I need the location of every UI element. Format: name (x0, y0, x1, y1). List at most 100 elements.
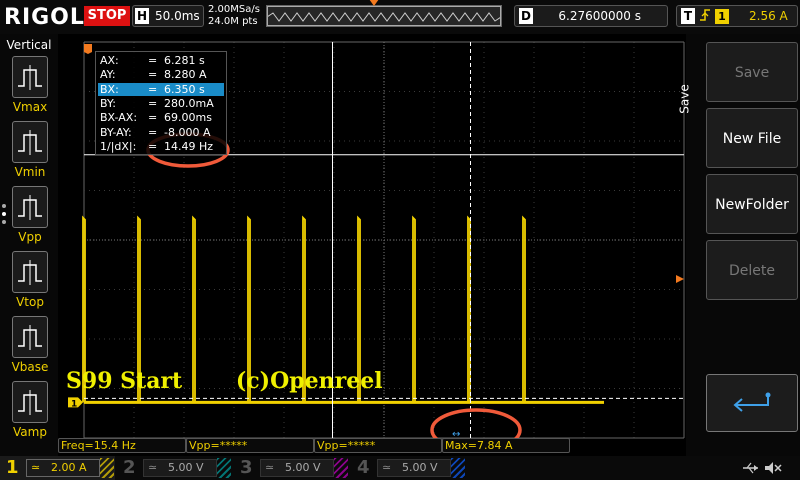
coupling-icon: ≃ (31, 461, 41, 474)
return-arrow-icon (733, 392, 771, 412)
channel-number: 2 (123, 457, 136, 478)
trigger-time-marker[interactable] (84, 44, 92, 54)
measure-item-label: Vmin (14, 165, 46, 179)
page-dot (2, 220, 6, 224)
channel-3-tab[interactable]: 3 ≃ 5.00 V (234, 456, 349, 480)
run-stop-indicator[interactable]: STOP (84, 6, 130, 26)
save-menu-title: Save (678, 74, 704, 134)
rising-edge-icon (699, 7, 711, 27)
channel-scale-field: ≃ 5.00 V (143, 459, 217, 477)
cursor-readout-row: BX: = 6.350 s (98, 82, 224, 96)
sound-muted-icon[interactable] (764, 461, 782, 475)
readout-key: BY-AY: (100, 125, 132, 139)
channel-scale-field: ≃ 2.00 A (26, 459, 100, 477)
channel-scale: 5.00 V (168, 461, 204, 474)
readout-value: 6.281 s (164, 54, 205, 67)
readout-value: 280.0mA (164, 96, 214, 110)
measure-item-label: Vamp (13, 425, 47, 439)
readout-key: AY: (100, 68, 116, 82)
vmax-icon (12, 56, 48, 98)
measurement-result[interactable]: Vpp=***** (314, 438, 442, 453)
measurement-result[interactable]: Vpp=***** (186, 438, 314, 453)
caption-credit: (c)Openreel (235, 368, 383, 394)
measurement-result[interactable]: Freq=15.4 Hz (58, 438, 186, 453)
sample-rate: 2.00MSa/s (208, 4, 260, 15)
measure-item-vbase[interactable]: Vbase (10, 316, 50, 374)
readout-equals: = (148, 82, 158, 96)
readout-equals: = (148, 139, 158, 153)
channel-scale: 5.00 V (402, 461, 438, 474)
timebase-letter: H (135, 8, 149, 24)
ch1-marker-label: 1 (71, 399, 77, 409)
ch1-pulse (522, 215, 526, 403)
channel-1-tab[interactable]: 1 ≃ 2.00 A (0, 456, 115, 480)
delay-letter: D (519, 8, 533, 24)
channel-4-tab[interactable]: 4 ≃ 5.00 V (351, 456, 466, 480)
measure-item-label: Vbase (11, 360, 49, 374)
readout-value: 8.280 A (164, 68, 207, 82)
readout-equals: = (148, 68, 158, 82)
coupling-icon: ≃ (382, 461, 392, 474)
channel-scale-field: ≃ 5.00 V (260, 459, 334, 477)
page-dot (2, 204, 6, 208)
return-button[interactable] (706, 374, 798, 432)
menu-page-indicator (2, 204, 8, 228)
coupling-icon: ≃ (148, 461, 158, 474)
channel-bar: 1 ≃ 2.00 A 2 ≃ 5.00 V 3 ≃ 5.00 V 4 ≃ 5.00 V (0, 456, 800, 480)
readout-value: 69.00ms (164, 111, 212, 125)
ch1-pulse (412, 215, 416, 403)
channel-separator (217, 458, 231, 478)
trigger-source: 1 (715, 9, 729, 24)
readout-key: BY: (100, 96, 116, 110)
measure-item-vpp[interactable]: Vpp (10, 186, 50, 244)
readout-equals: = (148, 125, 158, 139)
measure-item-vmin[interactable]: Vmin (10, 121, 50, 179)
caption-title: S99 Start (66, 368, 183, 394)
measurement-result[interactable]: Max=7.84 A (442, 438, 570, 453)
measure-menu-title: Vertical (6, 38, 52, 52)
readout-value: 14.49 Hz (164, 139, 214, 153)
measure-item-label: Vtop (16, 295, 44, 309)
softkey-delete[interactable]: Delete (706, 240, 798, 300)
readout-equals: = (148, 96, 158, 110)
ch1-pulse (467, 215, 471, 403)
trigger-level-marker[interactable] (676, 275, 684, 283)
measure-item-label: Vpp (18, 230, 42, 244)
memory-overview-bar[interactable] (266, 5, 502, 27)
measure-menu: Vertical Vmax Vmin Vpp Vtop Vbase Vamp (0, 34, 58, 456)
channel-scale: 5.00 V (285, 461, 321, 474)
memory-depth: 24.0M pts (208, 16, 258, 27)
softkey-new-file[interactable]: New File (706, 108, 798, 168)
trigger-settings[interactable]: T 1 2.56 A (676, 5, 798, 27)
channel-separator (451, 458, 465, 478)
save-softkey-menu: Save Save New File NewFolder Delete (678, 34, 800, 456)
horizontal-timebase[interactable]: H 50.0ms (132, 5, 204, 27)
softkey-newfolder[interactable]: NewFolder (706, 174, 798, 234)
readout-key: AX: (100, 54, 119, 67)
trigger-level: 2.56 A (749, 9, 788, 23)
cursor-readout-row: BX-AX: = 69.00ms (98, 111, 224, 124)
vmin-icon (12, 121, 48, 163)
measure-item-label: Vmax (12, 100, 48, 114)
measurement-bar: Freq=15.4 Hz Vpp=***** Vpp=***** Max=7.84 A… (0, 429, 686, 454)
cursor-readout-row: BY: = 280.0mA (98, 97, 224, 110)
video-overlay-caption: S99 Start (c)Openreel (66, 368, 383, 394)
channel-separator (100, 458, 114, 478)
horizontal-delay[interactable]: D 6.27600000 s (514, 5, 668, 27)
channel-separator (334, 458, 348, 478)
measure-item-vmax[interactable]: Vmax (10, 56, 50, 114)
coupling-icon: ≃ (265, 461, 275, 474)
softkey-save[interactable]: Save (706, 42, 798, 102)
top-status-bar: RIGOL STOP H 50.0ms 2.00MSa/s 24.0M pts … (0, 0, 800, 34)
ch1-offset-marker[interactable]: 1 (68, 397, 83, 409)
channel-2-tab[interactable]: 2 ≃ 5.00 V (117, 456, 232, 480)
readout-key: BX: (100, 82, 119, 96)
timebase-value: 50.0ms (155, 9, 200, 23)
measure-item-vtop[interactable]: Vtop (10, 251, 50, 309)
trigger-position-marker[interactable] (369, 0, 379, 6)
channel-number: 1 (6, 457, 19, 478)
readout-value: -8.000 A (164, 125, 211, 139)
delay-value: 6.27600000 s (558, 9, 641, 23)
measure-item-vamp[interactable]: Vamp (10, 381, 50, 439)
channel-scale: 2.00 A (51, 461, 87, 474)
